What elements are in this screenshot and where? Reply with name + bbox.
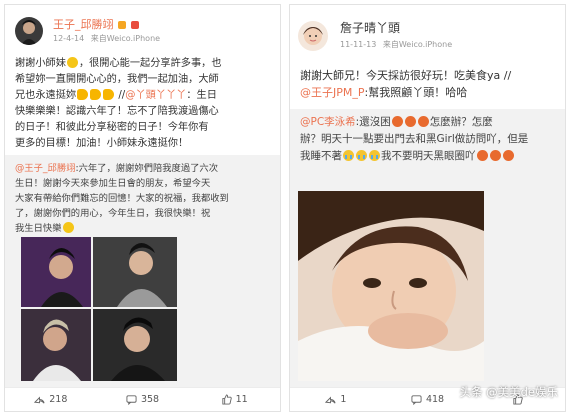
post-header: 詹子晴丫頭 11-11-13 来自Weico.iPhone <box>298 15 558 55</box>
photo-thumbnail[interactable] <box>21 237 91 307</box>
smile-emoji-icon <box>62 222 74 233</box>
repost-icon <box>34 396 45 404</box>
like-count: 11 <box>235 394 248 405</box>
author-avatar[interactable] <box>298 21 328 51</box>
body-line: ！認識六年了！忘不了陪我渡過傷心 <box>55 106 219 117</box>
comment-count: 358 <box>140 394 160 405</box>
mention-link[interactable]: @王子_邱勝翊 <box>15 163 75 174</box>
photo-thumbnail[interactable] <box>93 309 177 381</box>
body-line: 謝謝大師兄！今天採訪很好玩！吃美食ya // <box>300 69 512 82</box>
thumbs-up-emoji-icon <box>103 89 115 100</box>
like-icon <box>222 394 232 405</box>
author-name-text[interactable]: 詹子晴丫頭 <box>340 21 400 35</box>
body-line: 兄也永遠挺妳 <box>15 90 77 101</box>
repost-button[interactable]: 1 <box>290 394 382 405</box>
mention-link[interactable]: @王子JPM_P <box>300 86 365 99</box>
comment-button[interactable]: 358 <box>97 394 189 405</box>
quote-line: :六年了，謝謝妳們陪我度過了六次 <box>75 163 219 174</box>
post-body: 謝謝大師兄！今天採訪很好玩！吃美食ya // @王子JPM_P:幫我照顧丫頭！哈… <box>300 67 562 101</box>
body-line: 謝謝小師妹 <box>15 58 66 69</box>
post-date: 11-11-13 <box>340 40 377 49</box>
quote-body: @王子_邱勝翊:六年了，謝謝妳們陪我度過了六次 生日！謝謝今天來參加生日會的朋友… <box>15 161 273 236</box>
crying-emoji-icon <box>343 150 354 161</box>
crying-emoji-icon <box>356 150 367 161</box>
post-meta: 12-4-14 来自Weico.iPhone <box>53 33 164 44</box>
reposted-quote[interactable]: @王子_邱勝翊:六年了，謝謝妳們陪我度過了六次 生日！謝謝今天來參加生日會的朋友… <box>5 155 280 387</box>
photo-thumbnail[interactable] <box>21 309 91 381</box>
post-date: 12-4-14 <box>53 34 85 43</box>
mention-link[interactable]: @PC李泳希 <box>300 116 356 128</box>
quote-line: :還沒困 <box>355 116 391 128</box>
crying-emoji-icon <box>369 150 380 161</box>
repost-count: 1 <box>340 394 347 405</box>
watermark: 头条 @美美de娱乐 <box>459 385 558 399</box>
vip-badge-icon <box>130 21 139 29</box>
author-name[interactable]: 詹子晴丫頭 <box>340 19 400 36</box>
author-avatar[interactable] <box>15 17 43 45</box>
weibo-post-left: 王子_邱勝翊 12-4-14 来自Weico.iPhone 謝謝小師妹 ，很開心能… <box>4 4 281 412</box>
quote-body: @PC李泳希:還沒困 怎麼辦？怎麼 辦？明天十一點要出門去和黑Girl做訪問吖，但… <box>300 114 558 165</box>
avatar-image <box>15 17 43 45</box>
author-name[interactable]: 王子_邱勝翊 <box>53 16 139 32</box>
thumbs-up-emoji-icon <box>90 89 102 100</box>
post-source: 来自Weico.iPhone <box>90 34 161 43</box>
emoji-icon <box>404 116 416 127</box>
author-name-text[interactable]: 王子_邱勝翊 <box>53 18 114 31</box>
photo-image <box>93 237 177 307</box>
post-body: 謝謝小師妹 ，很開心能一起分享許多事，也 希望妳一直開開心心的，我們一起加油，大師… <box>15 56 277 152</box>
photo-thumbnail[interactable] <box>93 237 177 307</box>
body-line: :幫我照顧丫頭！哈哈 <box>364 86 468 99</box>
quote-line: 我生日快樂 <box>15 223 62 234</box>
quote-line: 怎麼辦？怎麼 <box>429 116 493 128</box>
like-button[interactable]: 11 <box>188 394 280 405</box>
post-meta: 11-11-13 来自Weico.iPhone <box>340 39 456 50</box>
repost-count: 218 <box>49 394 68 405</box>
thumbs-up-emoji-icon <box>77 89 89 100</box>
photo-thumbnail[interactable] <box>298 191 484 381</box>
smile-emoji-icon <box>66 57 78 68</box>
post-header: 王子_邱勝翊 12-4-14 来自Weico.iPhone <box>13 15 273 55</box>
photo-image <box>298 191 484 381</box>
body-line: ：生日 <box>186 90 217 101</box>
photo-image <box>93 309 177 381</box>
emoji-icon <box>502 150 514 161</box>
photo-image <box>21 309 91 381</box>
comment-icon <box>126 395 137 405</box>
verified-badge-icon <box>118 21 126 29</box>
weibo-post-right: 詹子晴丫頭 11-11-13 来自Weico.iPhone 謝謝大師兄！今天採訪… <box>289 4 566 412</box>
comment-icon <box>411 395 422 405</box>
quote-line: 我睡不著 <box>300 150 342 162</box>
post-action-bar: 218 358 11 <box>5 387 280 411</box>
mention-link[interactable]: @丫頭丫丫丫 <box>125 90 186 101</box>
quote-line: 大家有帶給你們難忘的回憶！大家的祝福，我都收到 <box>15 193 229 204</box>
body-line: ，很開心能一起分享許多事，也 <box>78 58 222 69</box>
post-source: 来自Weico.iPhone <box>382 40 453 49</box>
avatar-image <box>298 21 328 51</box>
body-line: 希望妳一直開開心心的，我們一起加油，大師 <box>15 74 219 85</box>
reposted-quote[interactable]: @PC李泳希:還沒困 怎麼辦？怎麼 辦？明天十一點要出門去和黑Girl做訪問吖，但… <box>290 109 565 387</box>
repost-icon <box>325 396 336 404</box>
body-line: 更多的目標！加油！小師妹永遠挺你！ <box>15 138 189 149</box>
quote-line: 了，謝謝你們的用心，今年生日，我很快樂！祝 <box>15 208 211 219</box>
emoji-icon <box>489 150 501 161</box>
repost-button[interactable]: 218 <box>5 394 97 405</box>
quote-line: 我不要明天黑眼圈吖 <box>381 150 476 162</box>
emoji-icon <box>417 116 429 127</box>
body-line: 的日子！和彼此分享秘密的日子！今年你有 <box>15 122 209 133</box>
comment-count: 418 <box>425 394 445 405</box>
emoji-icon <box>476 150 488 161</box>
emoji-icon <box>391 116 403 127</box>
body-line: 快樂樂樂 <box>15 106 56 117</box>
quote-line: 生日！謝謝今天來參加生日會的朋友，希望今天 <box>15 178 211 189</box>
photo-image <box>21 237 91 307</box>
quote-line: 辦？明天十一點要出門去和黑Girl做訪問吖，但是 <box>300 133 529 145</box>
